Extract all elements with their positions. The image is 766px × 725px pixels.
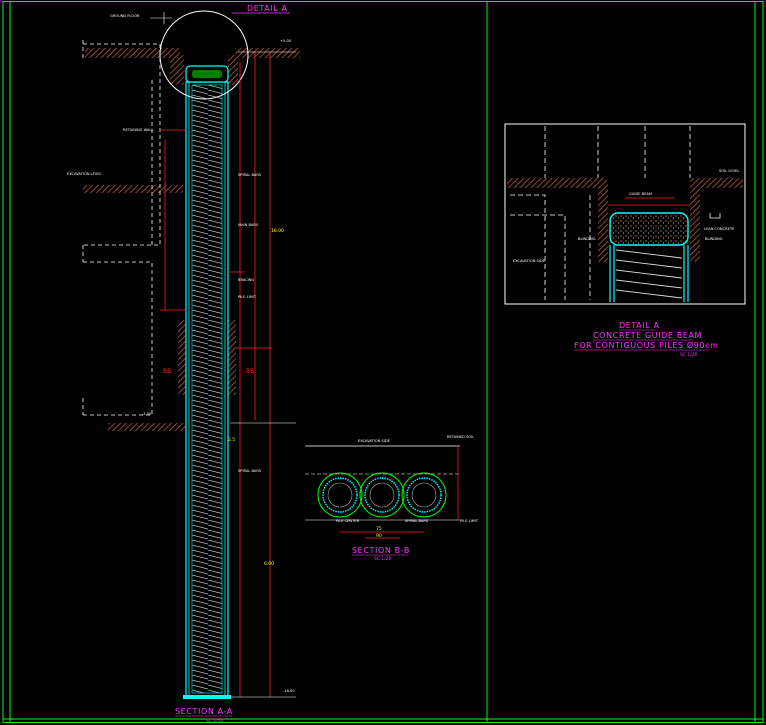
section-marker-right: BB (246, 368, 254, 375)
dim-spacing: 2.5 (228, 437, 235, 443)
drawing-frame (2, 1, 764, 723)
excavation-side-label: EXCAVATION SIDE (358, 439, 391, 443)
detail-a-title-2: CONCRETE GUIDE BEAM (593, 331, 702, 340)
soil-hatch-right-top (235, 48, 300, 58)
detail-guide-beam (609, 212, 689, 246)
detail-a-title-1: DETAIL A (619, 321, 660, 330)
retaining-wall-label: RETAINING WALL (123, 128, 153, 132)
dim-pile-length: 18.00 (271, 228, 284, 234)
dim-spacing-bb: 75 (376, 526, 382, 532)
section-aa: DETAIL A GROUND FLOOR BB BB EXCAVATION L… (67, 4, 300, 724)
section-marker-left: BB (163, 368, 171, 375)
pile-circle-2 (359, 472, 405, 518)
section-bb: EXCAVATION SIDE RETAINED SOIL PILE CENTE… (305, 435, 479, 562)
section-bb-title: SECTION B-B (352, 546, 410, 555)
spiral-rebar-label-2: SPIRAL BARS (238, 469, 262, 473)
excavation-level-label: EXCAVATION LEVEL (67, 172, 102, 176)
retained-soil-label: RETAINED SOIL (447, 435, 474, 439)
section-bb-scale: SC 1/20 (374, 556, 392, 562)
detail-a: GUIDE BEAM LEAN CONCRETE BLINDING BLINDI… (504, 123, 746, 358)
detail-a-scale: SC 1/20 (680, 352, 698, 358)
bracing-label: BRACING (238, 278, 254, 282)
soil-hatch-guide-right (228, 55, 238, 85)
soil-hatch-left-top (85, 48, 180, 58)
soil-hatch-mid-level (83, 185, 183, 193)
pile-center-label: PILE CENTER (336, 519, 360, 523)
dim-pile-dia-bb: 90 (376, 533, 382, 539)
level-mark-bottom: -18.00 (283, 689, 295, 693)
detail-guide-beam-label: GUIDE BEAM (629, 192, 652, 196)
detail-lean-concrete-label: LEAN CONCRETE (704, 227, 735, 231)
soil-hatch-guide-left (170, 55, 184, 85)
soil-hatch-wall-left (178, 320, 186, 395)
level-mark-top: +0.00 (280, 39, 292, 43)
detail-blinding-label: BLINDING (578, 237, 596, 241)
soil-hatch-wall-right (228, 320, 236, 395)
ground-floor-label: GROUND FLOOR (110, 14, 140, 18)
section-aa-scale: SC 1/50 (206, 718, 224, 724)
pile-limit-bb: PILE LIMIT (460, 519, 479, 523)
dim-bottom: 6.00 (264, 561, 274, 567)
detail-soil-wall-right (690, 180, 700, 262)
spiral-rebar-label: SPIRAL BARS (238, 173, 262, 177)
level-mark-mid: -3.50 (142, 412, 152, 416)
detail-soil-level-label: SOIL LEVEL (719, 169, 739, 173)
soil-hatch-low-level (108, 423, 186, 431)
detail-soil-left (507, 178, 607, 188)
main-rebar-label: MAIN BARS (238, 223, 259, 227)
pile-limit-label: PILE LIMIT (238, 295, 257, 299)
pile-circle-3 (401, 472, 447, 518)
spiral-label-bb: SPIRAL BARS (405, 519, 429, 523)
detail-blinding-label-right: BLINDING (705, 237, 723, 241)
section-aa-title: SECTION A-A (175, 707, 233, 716)
cad-drawing: DETAIL A GROUND FLOOR BB BB EXCAVATION L… (2, 1, 764, 724)
detail-excavation-label: EXCAVATION SIDE (513, 259, 546, 263)
detail-soil-wall-left (598, 180, 608, 262)
pile-circle-1 (317, 472, 363, 518)
detail-a-title-3: FOR CONTIGUOUS PILES Ø90cm (574, 340, 719, 350)
pile-core (191, 84, 223, 694)
detail-a-marker: DETAIL A (247, 4, 288, 13)
